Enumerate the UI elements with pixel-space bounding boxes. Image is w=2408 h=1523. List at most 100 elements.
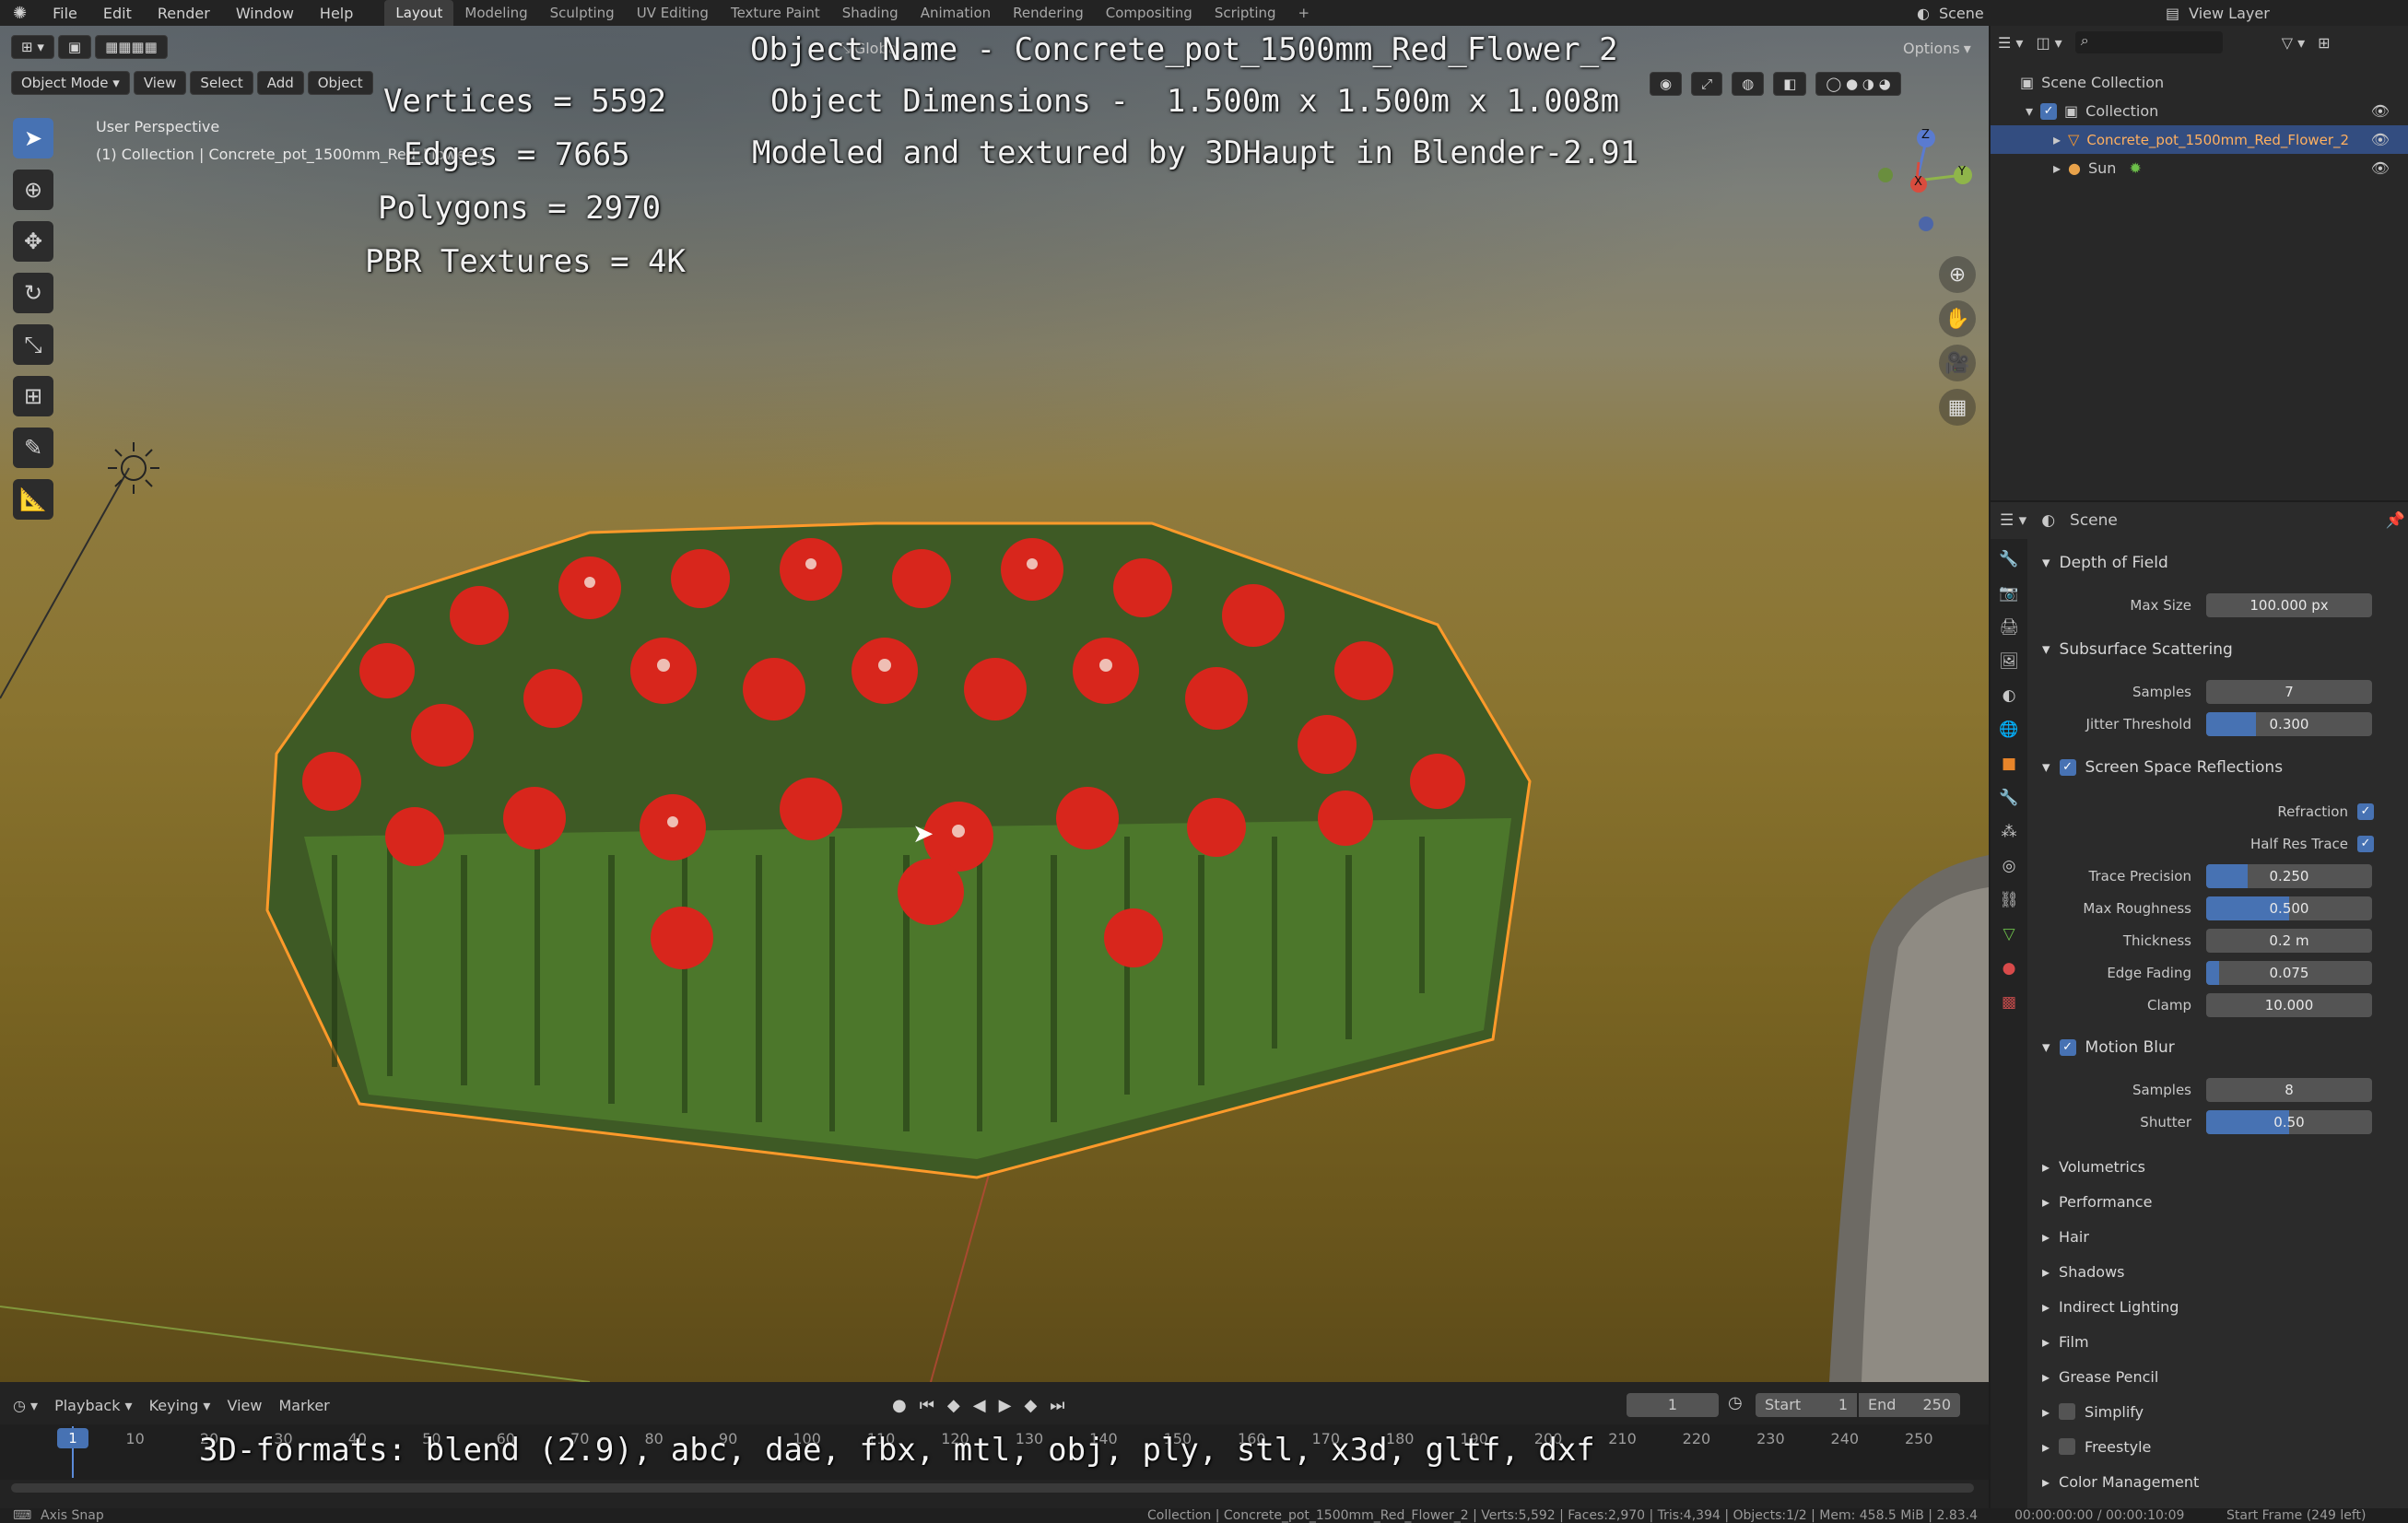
motion-blur-checkbox[interactable]: ✓	[2059, 1039, 2076, 1056]
timeline-scrollbar[interactable]	[11, 1483, 1974, 1493]
current-frame-field[interactable]: 1	[1627, 1393, 1719, 1417]
outliner-editor-icon[interactable]: ☰ ▾	[1998, 34, 2023, 52]
constraints-tab-icon[interactable]: ⛓	[1995, 886, 2023, 914]
max-roughness-slider[interactable]: 0.500	[2206, 896, 2372, 920]
panel-film[interactable]: ▸ Film	[2027, 1328, 2408, 1355]
end-frame-field[interactable]: End 250	[1859, 1393, 1960, 1417]
world-tab-icon[interactable]: 🌐	[1995, 716, 2023, 744]
marker-menu[interactable]: Marker	[278, 1397, 329, 1414]
ortho-grid-icon[interactable]: ▦	[1939, 389, 1976, 426]
rotate-tool-icon[interactable]: ↻	[13, 273, 53, 313]
output-tab-icon[interactable]: 🖨	[1995, 614, 2023, 641]
move-tool-icon[interactable]: ✥	[13, 221, 53, 262]
select-mode-buttons[interactable]: ▦▦▦▦	[95, 35, 168, 59]
collection-checkbox[interactable]: ✓	[2040, 102, 2058, 120]
object-tab-icon[interactable]: ■	[1995, 750, 2023, 778]
options-dropdown[interactable]: Options ▾	[1903, 33, 1971, 63]
panel-motion-blur[interactable]: ▾ ✓ Motion Blur	[2027, 1034, 2408, 1061]
playback-menu[interactable]: Playback ▾	[54, 1397, 133, 1414]
eye-icon[interactable]: 👁	[2371, 102, 2390, 120]
mb-samples-field[interactable]: 8	[2206, 1078, 2372, 1102]
start-frame-field[interactable]: Start 1	[1756, 1393, 1857, 1417]
new-collection-icon[interactable]: ⊞	[2318, 34, 2330, 52]
overlay-toggle-icon[interactable]: ◍	[1732, 72, 1765, 96]
jump-start-icon[interactable]: ⏮	[920, 1396, 934, 1415]
panel-indirect-lighting[interactable]: ▸ Indirect Lighting	[2027, 1293, 2408, 1320]
tab-compositing[interactable]: Compositing	[1095, 0, 1204, 26]
outliner-item-sun[interactable]: ▸ ● Sun ✹ 👁	[1991, 154, 2408, 182]
menu-help[interactable]: Help	[307, 5, 366, 22]
half-res-trace-checkbox[interactable]: ✓	[2357, 836, 2374, 852]
tab-modeling[interactable]: Modeling	[453, 0, 538, 26]
outliner-item-flower[interactable]: ▸ ▽ Concrete_pot_1500mm_Red_Flower_2 👁	[1991, 125, 2408, 154]
render-tab-icon[interactable]: 📷	[1995, 580, 2023, 607]
jump-end-icon[interactable]: ⏭	[1050, 1396, 1064, 1415]
tab-animation[interactable]: Animation	[910, 0, 1002, 26]
sss-samples-field[interactable]: 7	[2206, 680, 2372, 704]
annotate-tool-icon[interactable]: ✎	[13, 428, 53, 468]
expand-arrow-icon[interactable]: ▾	[2026, 102, 2033, 120]
physics-tab-icon[interactable]: ◎	[1995, 852, 2023, 880]
outliner-item-scene-collection[interactable]: ▣ Scene Collection	[1991, 68, 2408, 97]
scale-tool-icon[interactable]: ⤡	[13, 324, 53, 365]
xray-toggle-icon[interactable]: ◧	[1773, 72, 1807, 96]
play-reverse-icon[interactable]: ◀	[973, 1396, 986, 1415]
tab-texture-paint[interactable]: Texture Paint	[720, 0, 831, 26]
timeline-editor-icon[interactable]: ◷ ▾	[13, 1397, 38, 1414]
tab-rendering[interactable]: Rendering	[1002, 0, 1095, 26]
expand-arrow-icon[interactable]: ▸	[2053, 159, 2061, 177]
object-mode-dropdown[interactable]: Object Mode ▾	[11, 71, 130, 95]
particles-tab-icon[interactable]: ⁂	[1995, 818, 2023, 846]
blender-logo-icon[interactable]: ✺	[0, 4, 40, 23]
select-box-icon[interactable]: ▣	[57, 35, 92, 59]
menu-file[interactable]: File	[40, 5, 90, 22]
menu-render[interactable]: Render	[145, 5, 223, 22]
viewport-menu-view[interactable]: View	[133, 71, 187, 95]
jitter-threshold-slider[interactable]: 0.300	[2206, 712, 2372, 736]
transform-tool-icon[interactable]: ⊞	[13, 376, 53, 416]
tab-layout[interactable]: Layout	[384, 0, 454, 26]
display-mode-icon[interactable]: ◫ ▾	[2036, 34, 2061, 52]
panel-depth-of-field[interactable]: ▾ Depth of Field	[2027, 549, 2408, 577]
panel-hair[interactable]: ▸ Hair	[2027, 1223, 2408, 1250]
keying-menu[interactable]: Keying ▾	[149, 1397, 211, 1414]
eye-icon[interactable]: 👁	[2371, 131, 2390, 148]
stopwatch-icon[interactable]: ◷	[1728, 1393, 1743, 1412]
tab-uv-editing[interactable]: UV Editing	[626, 0, 720, 26]
ssr-enable-checkbox[interactable]: ✓	[2059, 759, 2076, 776]
next-keyframe-icon[interactable]: ◆	[1024, 1396, 1037, 1415]
navigation-gizmo[interactable]: Z Y X	[1871, 118, 1972, 265]
menu-edit[interactable]: Edit	[90, 5, 145, 22]
pan-hand-icon[interactable]: ✋	[1939, 300, 1976, 337]
gizmo-toggle-icon[interactable]: ⤢	[1691, 72, 1723, 96]
visibility-icon[interactable]: ◉	[1650, 72, 1683, 96]
material-tab-icon[interactable]: ●	[1995, 955, 2023, 982]
menu-window[interactable]: Window	[223, 5, 307, 22]
panel-volumetrics[interactable]: ▸ Volumetrics	[2027, 1153, 2408, 1180]
cursor-tool-icon[interactable]: ⊕	[13, 170, 53, 210]
panel-freestyle[interactable]: ▸ Freestyle	[2027, 1433, 2408, 1460]
tab-shading[interactable]: Shading	[831, 0, 910, 26]
expand-arrow-icon[interactable]: ▸	[2053, 131, 2061, 148]
tab-scripting[interactable]: Scripting	[1204, 0, 1287, 26]
texture-tab-icon[interactable]: ▩	[1995, 989, 2023, 1016]
eye-icon[interactable]: 👁	[2371, 159, 2390, 177]
max-size-field[interactable]: 100.000 px	[2206, 593, 2372, 617]
viewport-menu-select[interactable]: Select	[190, 71, 253, 95]
edge-fading-slider[interactable]: 0.075	[2206, 961, 2372, 985]
panel-shadows[interactable]: ▸ Shadows	[2027, 1258, 2408, 1285]
panel-screen-space-reflections[interactable]: ▾ ✓ Screen Space Reflections	[2027, 754, 2408, 781]
scene-tab-icon[interactable]: ◐	[1995, 682, 2023, 709]
camera-view-icon[interactable]: 🎥	[1939, 345, 1976, 381]
viewport-menu-object[interactable]: Object	[307, 71, 373, 95]
shading-mode-icons[interactable]: ◯ ● ◑ ◕	[1815, 72, 1901, 96]
3d-viewport[interactable]: ⊞ ▾ ▣ ▦▦▦▦ Object Mode ▾ View Select Add…	[0, 26, 1989, 1382]
outliner-item-collection[interactable]: ▾ ✓ ▣ Collection 👁	[1991, 97, 2408, 125]
add-workspace-icon[interactable]: +	[1287, 0, 1321, 26]
scene-selector[interactable]: ◐ Scene	[1917, 0, 1984, 26]
properties-editor-icon[interactable]: ☰ ▾	[2000, 511, 2026, 530]
panel-subsurface-scattering[interactable]: ▾ Subsurface Scattering	[2027, 636, 2408, 663]
playhead-frame-label[interactable]: 1	[57, 1428, 88, 1448]
play-icon[interactable]: ▶	[999, 1396, 1012, 1415]
pin-icon[interactable]: 📌	[2386, 511, 2405, 530]
